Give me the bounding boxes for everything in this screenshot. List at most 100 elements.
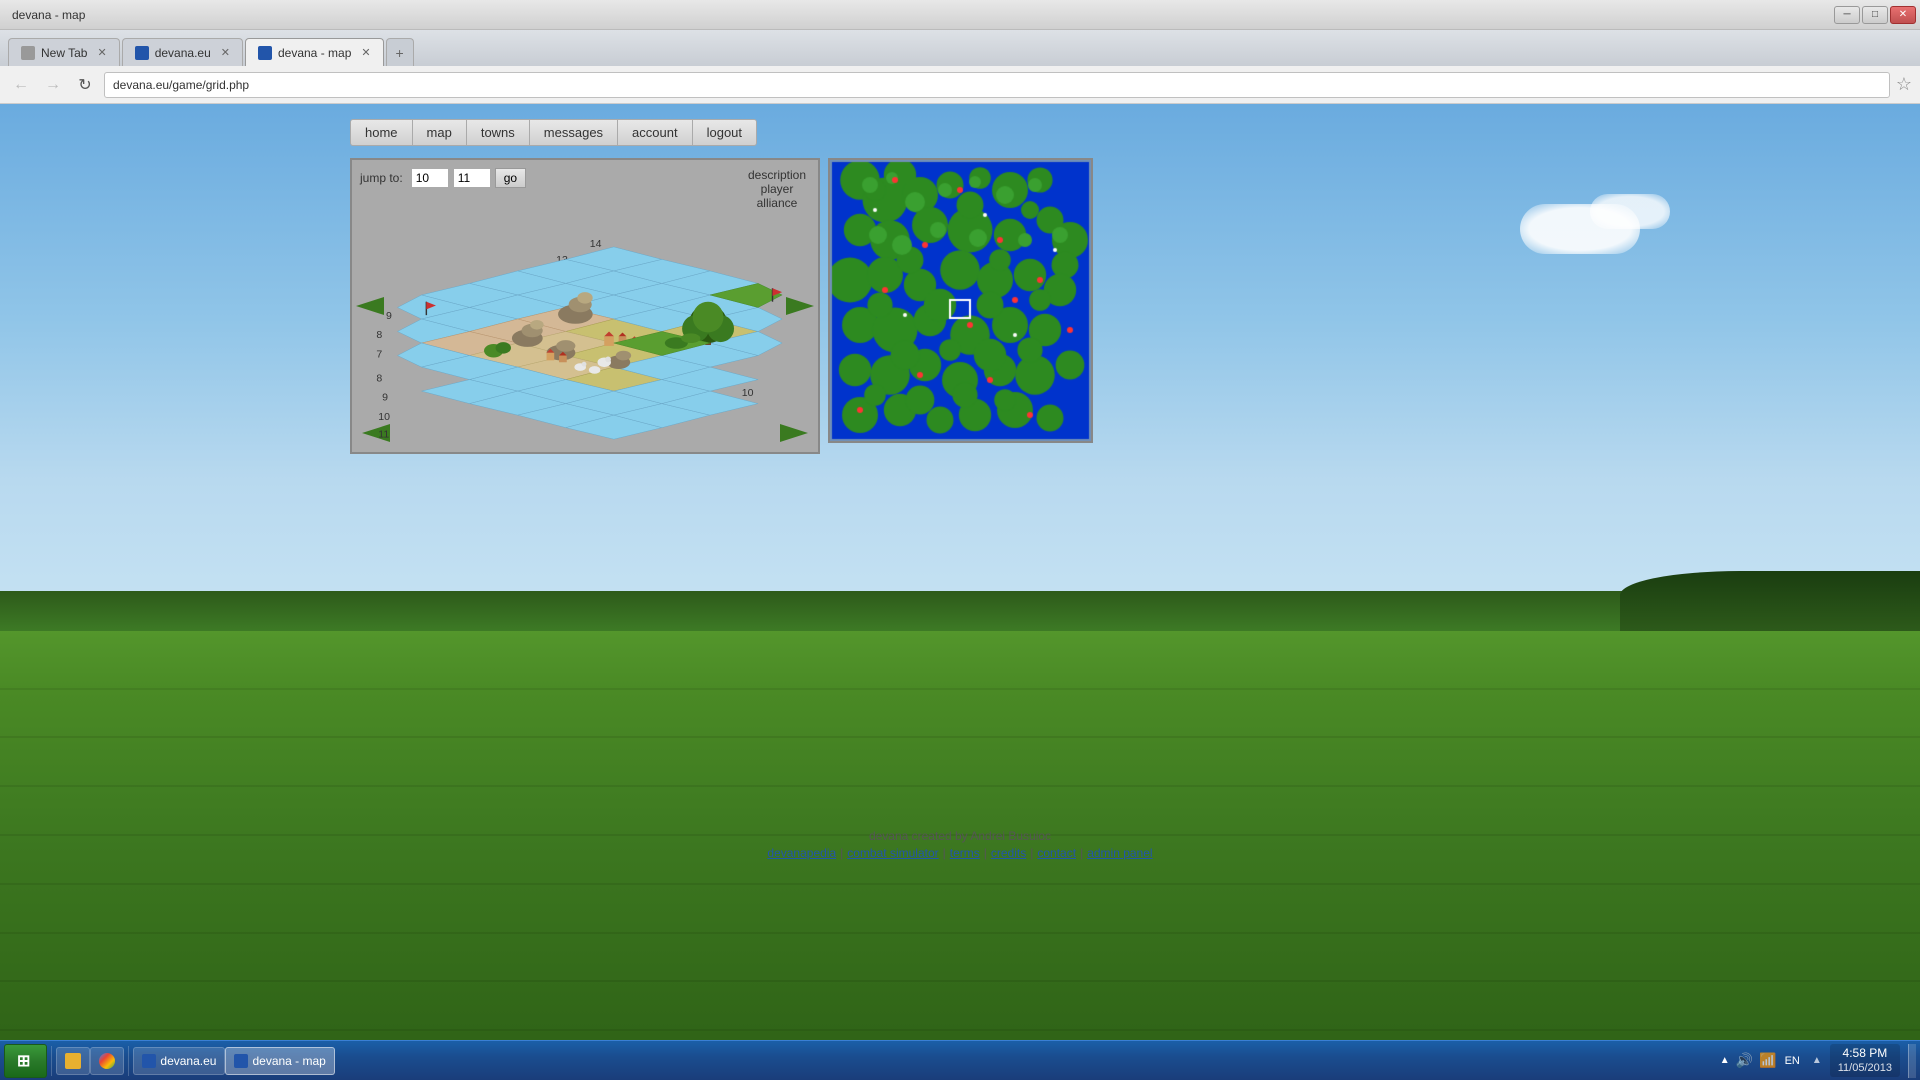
- window-controls: ─ □ ✕: [1834, 6, 1916, 24]
- page-background: home map towns messages account logout j…: [0, 104, 1920, 1080]
- forward-button[interactable]: →: [40, 72, 66, 98]
- title-bar: devana - map ─ □ ✕: [0, 0, 1920, 30]
- tab-label: devana.eu: [155, 46, 211, 60]
- taskbar-chrome[interactable]: [90, 1047, 124, 1075]
- svg-text:10: 10: [742, 387, 754, 399]
- taskbar-right: ▲ 🔊 📶 EN ▲ 4:58 PM 11/05/2013: [1720, 1044, 1916, 1078]
- map-panel: jump to: go description player alliance: [350, 158, 820, 454]
- devana-map-taskbar-icon: [234, 1054, 248, 1068]
- maximize-button[interactable]: □: [1862, 6, 1888, 24]
- svg-text:8: 8: [376, 373, 382, 385]
- start-button[interactable]: ⊞: [4, 1044, 47, 1078]
- minimize-button[interactable]: ─: [1834, 6, 1860, 24]
- devana-taskbar-icon: [142, 1054, 156, 1068]
- field-row: [0, 980, 1920, 982]
- field-row: [0, 932, 1920, 934]
- taskbar-window-devana-eu[interactable]: devana.eu: [133, 1047, 225, 1075]
- mini-map-panel: [828, 158, 1093, 443]
- window-title: devana - map: [4, 8, 1834, 22]
- footer-link-admin-panel[interactable]: admin panel: [1087, 846, 1152, 860]
- footer-links: devanapedia | combat simulator | terms |…: [0, 846, 1920, 860]
- field-row: [0, 785, 1920, 787]
- show-desktop-button[interactable]: [1908, 1044, 1916, 1078]
- mini-map-canvas: [830, 160, 1091, 441]
- tab-label: New Tab: [41, 46, 87, 60]
- svg-text:14: 14: [590, 238, 602, 250]
- svg-text:9: 9: [382, 392, 388, 404]
- field-row: [0, 688, 1920, 690]
- tab-close-devana[interactable]: ✕: [221, 46, 230, 59]
- tab-new-tab[interactable]: New Tab ✕: [8, 38, 120, 66]
- description-label: description: [748, 168, 806, 182]
- nav-logout[interactable]: logout: [692, 119, 757, 146]
- game-content: home map towns messages account logout j…: [0, 104, 1920, 454]
- svg-text:8: 8: [376, 329, 382, 341]
- clock-time: 4:58 PM: [1838, 1046, 1892, 1062]
- jump-y-input[interactable]: [453, 168, 491, 188]
- chrome-icon: [99, 1053, 115, 1069]
- iso-map-svg: 9 8 7 8 9 10 11 12 14 13 12: [360, 194, 810, 444]
- footer-link-combat-simulator[interactable]: combat simulator: [847, 846, 938, 860]
- tray-icon-2: 📶: [1759, 1052, 1776, 1069]
- devana-map-favicon: [258, 46, 272, 60]
- nav-messages[interactable]: messages: [529, 119, 617, 146]
- clock-date: 11/05/2013: [1838, 1061, 1892, 1075]
- nav-menu: home map towns messages account logout: [350, 119, 1920, 146]
- new-tab-button[interactable]: +: [386, 38, 414, 66]
- iso-tile-grid: // We'll inline the tile drawing using S…: [398, 247, 783, 439]
- tray-icon-1: 🔊: [1736, 1052, 1753, 1069]
- back-button[interactable]: ←: [8, 72, 34, 98]
- refresh-button[interactable]: ↻: [72, 72, 98, 98]
- taskbar-window-devana-map[interactable]: devana - map: [225, 1047, 334, 1075]
- footer-link-devanapedia[interactable]: devanapedia: [767, 846, 836, 860]
- jump-controls: jump to: go: [360, 168, 810, 188]
- svg-text:7: 7: [376, 348, 382, 360]
- go-button[interactable]: go: [495, 168, 526, 188]
- footer-credit: devana created by Andrei Busuioc: [0, 829, 1920, 843]
- panels-row: jump to: go description player alliance: [350, 158, 1920, 454]
- language-indicator: EN: [1785, 1055, 1800, 1067]
- taskbar-divider-2: [128, 1046, 129, 1076]
- nav-account[interactable]: account: [617, 119, 692, 146]
- svg-text:9: 9: [386, 310, 392, 322]
- field-row: [0, 883, 1920, 885]
- tab-label: devana - map: [278, 46, 351, 60]
- jump-x-input[interactable]: [411, 168, 449, 188]
- taskbar-window-label: devana.eu: [160, 1054, 216, 1068]
- tray-expand-button[interactable]: ▲: [1720, 1055, 1730, 1066]
- footer: devana created by Andrei Busuioc devanap…: [0, 829, 1920, 860]
- bookmark-button[interactable]: ☆: [1896, 74, 1912, 95]
- tab-close-new-tab[interactable]: ✕: [97, 46, 106, 59]
- footer-link-credits[interactable]: credits: [991, 846, 1026, 860]
- nav-map[interactable]: map: [412, 119, 466, 146]
- address-bar: ← → ↻ ☆: [0, 66, 1920, 104]
- taskbar: ⊞ devana.eu devana - map: [0, 1040, 1920, 1080]
- system-tray: ▲ 🔊 📶: [1720, 1052, 1777, 1069]
- tab-devana-map[interactable]: devana - map ✕: [245, 38, 384, 66]
- close-button[interactable]: ✕: [1890, 6, 1916, 24]
- clock-area[interactable]: 4:58 PM 11/05/2013: [1830, 1044, 1900, 1078]
- footer-link-terms[interactable]: terms: [950, 846, 980, 860]
- field-row: [0, 1029, 1920, 1031]
- nav-towns[interactable]: towns: [466, 119, 529, 146]
- tab-devana-eu[interactable]: devana.eu ✕: [122, 38, 243, 66]
- tabs-bar: New Tab ✕ devana.eu ✕ devana - map ✕ +: [0, 30, 1920, 66]
- browser-window: devana - map ─ □ ✕ New Tab ✕ devana.eu ✕…: [0, 0, 1920, 1080]
- windows-icon: ⊞: [17, 1051, 30, 1071]
- jump-label: jump to:: [360, 171, 403, 185]
- address-input[interactable]: [104, 72, 1890, 98]
- taskbar-window-label: devana - map: [252, 1054, 325, 1068]
- iso-map: 9 8 7 8 9 10 11 12 14 13 12: [360, 194, 810, 444]
- new-tab-favicon: [21, 46, 35, 60]
- nav-home[interactable]: home: [350, 119, 412, 146]
- svg-text:10: 10: [378, 411, 390, 423]
- taskbar-divider: [51, 1046, 52, 1076]
- explorer-icon: [65, 1053, 81, 1069]
- footer-link-contact[interactable]: contact: [1037, 846, 1076, 860]
- tab-close-devana-map[interactable]: ✕: [361, 46, 370, 59]
- devana-favicon: [135, 46, 149, 60]
- svg-text:11: 11: [378, 428, 389, 440]
- taskbar-explorer[interactable]: [56, 1047, 90, 1075]
- field-row: [0, 736, 1920, 738]
- expand-icon[interactable]: ▲: [1812, 1055, 1822, 1066]
